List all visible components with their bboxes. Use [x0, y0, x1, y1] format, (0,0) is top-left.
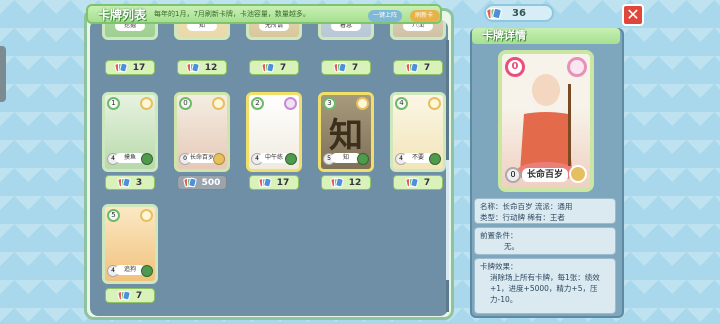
school-icon	[429, 153, 441, 165]
count-pill-top-4: 7	[321, 60, 371, 75]
rarity-badge-icon	[356, 97, 369, 110]
effect-value: 消除场上所有卡牌，每1张：绩效+1，进度+5000，精力+5，压力-10。	[490, 273, 600, 304]
school-icon	[141, 153, 153, 165]
cards-icon	[257, 177, 272, 188]
rarity-badge-icon	[428, 97, 441, 110]
cards-icon	[260, 62, 275, 73]
scrollbar-thumb[interactable]	[446, 160, 449, 280]
rarity-badge-icon	[212, 97, 225, 110]
count-pill: 17	[249, 175, 299, 190]
card-currency-counter: 36	[484, 4, 554, 22]
card-level: 0	[505, 167, 521, 183]
count-pill: 7	[105, 288, 155, 303]
cards-icon	[404, 177, 419, 188]
card-info-line-1: 名称：长命百岁 流派：通用	[480, 202, 573, 211]
refresh-cards-button[interactable]: 刷新卡牌	[410, 10, 440, 31]
card-detail-title: 卡牌详情	[472, 28, 620, 44]
card-cost: 2	[251, 97, 264, 110]
card-list-title: 卡牌列表	[98, 7, 147, 22]
card-knowledge[interactable]: 知 3 5 知	[318, 92, 374, 172]
cards-icon	[485, 7, 503, 20]
cards-icon	[182, 177, 197, 188]
card-list-header: 卡牌列表 每年的1月，7月刷新卡牌，卡池容量，数量越多。 一键上阵 刷新卡牌	[86, 4, 442, 31]
card-precondition: 前置条件： 无。	[474, 227, 616, 255]
rarity-badge-icon	[140, 97, 153, 110]
count-pill: 12	[321, 175, 371, 190]
card-cost: 4	[395, 97, 408, 110]
side-drawer-handle[interactable]	[0, 46, 6, 102]
card-slacking[interactable]: 1 4 摸鱼	[102, 92, 158, 172]
cards-icon	[404, 62, 419, 73]
count-pill-top-2: 12	[177, 60, 227, 75]
one-click-deploy-button[interactable]: 一键上阵	[368, 10, 403, 22]
card-grid: 挖掘 知 无所谓 着急 八面 17 12 7 7 7 1 4 摸	[90, 20, 448, 316]
cards-icon	[113, 62, 128, 73]
card-no-way[interactable]: 4 4 不要	[390, 92, 446, 172]
card-cost: 5	[107, 209, 120, 222]
cards-icon	[116, 177, 131, 188]
school-icon	[357, 153, 369, 165]
card-basic-info: 名称：长命百岁 流派：通用 类型：行动牌 稀有：王者	[474, 198, 616, 224]
precondition-value: 无。	[504, 242, 519, 251]
precondition-label: 前置条件：	[480, 231, 518, 240]
refresh-note: 每年的1月，7月刷新卡牌，卡池容量，数量越多。	[154, 10, 310, 18]
count-pill: 7	[393, 175, 443, 190]
school-icon	[141, 265, 153, 277]
rarity-badge-icon	[284, 97, 297, 110]
close-button[interactable]: ✕	[622, 4, 644, 26]
card-chase-dog[interactable]: 5 4 追狗	[102, 204, 158, 284]
card-name: 长命百岁	[522, 168, 568, 182]
card-longevity[interactable]: 0 0 长命百岁	[174, 92, 230, 172]
card-cost: 1	[107, 97, 120, 110]
card-cost: 3	[323, 97, 336, 110]
cards-icon	[332, 62, 347, 73]
card-info-line-2: 类型：行动牌 稀有：王者	[480, 213, 565, 222]
effect-label: 卡牌效果：	[480, 262, 518, 271]
count-pill: 3	[105, 175, 155, 190]
card-cost: 0	[179, 97, 192, 110]
detail-card-preview: 0 0 长命百岁	[498, 50, 594, 192]
cards-icon	[116, 290, 131, 301]
cards-icon	[185, 62, 200, 73]
cards-icon	[329, 177, 344, 188]
school-icon	[569, 165, 587, 183]
count-pill: 500	[177, 175, 227, 190]
rarity-badge-icon	[140, 209, 153, 222]
rarity-badge-icon	[567, 57, 587, 77]
count-pill-top-3: 7	[249, 60, 299, 75]
school-icon	[213, 153, 225, 165]
card-cost: 0	[505, 57, 525, 77]
card-noon-practice[interactable]: 2 4 中午练	[246, 92, 302, 172]
card-effect: 卡牌效果： 消除场上所有卡牌，每1张：绩效+1，进度+5000，精力+5，压力-…	[474, 258, 616, 314]
count-pill-top-5: 7	[393, 60, 443, 75]
count-pill-top-1: 17	[105, 60, 155, 75]
school-icon	[285, 153, 297, 165]
